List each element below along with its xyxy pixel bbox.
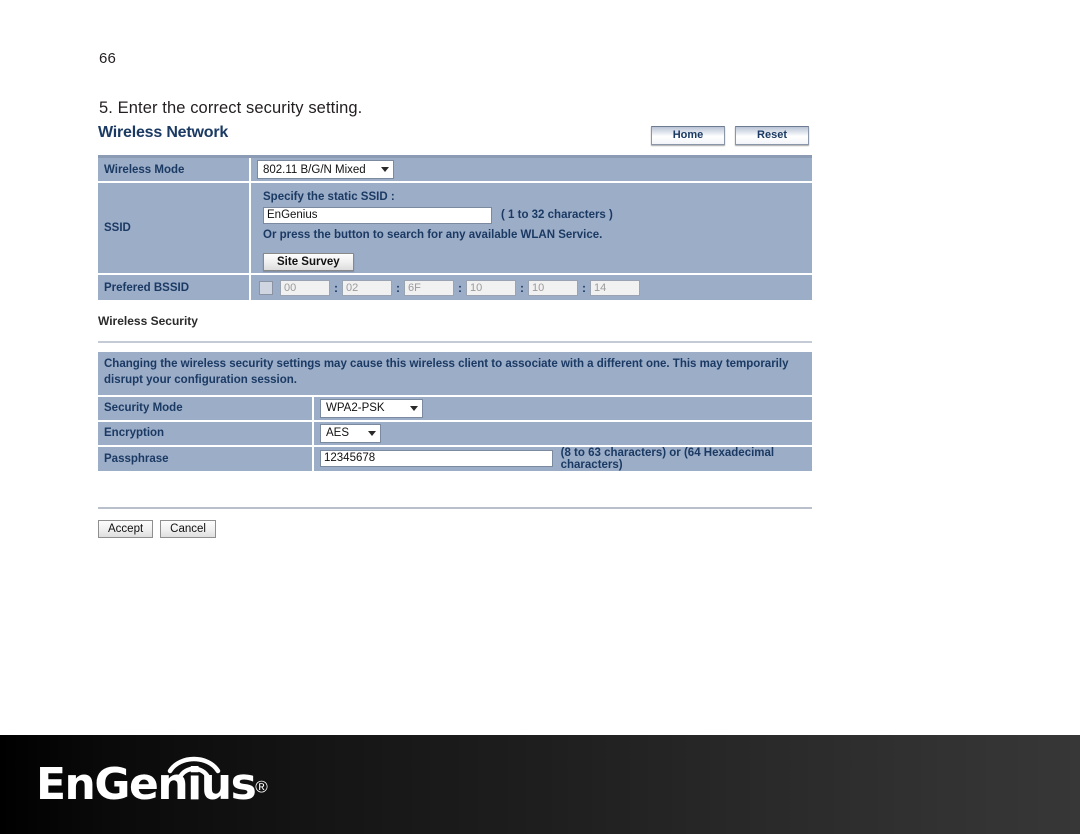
bssid-octet-3[interactable] [404, 279, 454, 296]
ssid-char-hint: ( 1 to 32 characters ) [501, 209, 613, 221]
encryption-select[interactable]: AES [320, 423, 381, 443]
action-button-group: Accept Cancel [98, 519, 812, 538]
mac-separator: : [396, 280, 400, 295]
encryption-value-cell: AES [313, 420, 812, 447]
ssid-input[interactable] [263, 206, 492, 224]
ssid-label: SSID [98, 182, 251, 275]
page-number: 66 [99, 50, 117, 67]
security-warning-text: Changing the wireless security settings … [98, 352, 812, 397]
brand-wordmark: EnGenius [36, 759, 257, 810]
table-row-encryption: Encryption AES [98, 420, 812, 447]
bssid-octet-5[interactable] [528, 279, 578, 296]
bssid-octet-4[interactable] [466, 279, 516, 296]
passphrase-hint: (8 to 63 characters) or (64 Hexadecimal … [560, 446, 775, 471]
wireless-security-table: Security Mode WPA2-PSK Encryption AES Pa… [98, 396, 812, 471]
footer-band: EnGenius® [0, 735, 1080, 834]
wireless-mode-label: Wireless Mode [98, 158, 251, 183]
passphrase-label: Passphrase [98, 445, 314, 471]
passphrase-input[interactable] [320, 450, 553, 468]
security-mode-select[interactable]: WPA2-PSK [320, 398, 423, 418]
page-title: Wireless Network [98, 124, 229, 141]
table-row-security-mode: Security Mode WPA2-PSK [98, 396, 812, 422]
table-row-prefered-bssid: Prefered BSSID : : : : : [98, 274, 812, 300]
step-instruction: 5. Enter the correct security setting. [99, 99, 363, 117]
mac-separator: : [520, 280, 524, 295]
encryption-label: Encryption [98, 420, 314, 447]
wifi-signal-icon [167, 756, 221, 780]
mac-separator: : [458, 280, 462, 295]
bssid-octet-6[interactable] [590, 279, 640, 296]
table-row-passphrase: Passphrase (8 to 63 characters) or (64 H… [98, 445, 812, 471]
ssid-press-button-text: Or press the button to search for any av… [263, 228, 603, 241]
mac-address-group: : : : : : [257, 279, 812, 296]
header-button-group: Home Reset [651, 126, 809, 145]
chevron-down-icon [368, 430, 376, 436]
wireless-security-section-title: Wireless Security [98, 314, 198, 328]
ssid-specify-label: Specify the static SSID : [263, 190, 395, 203]
router-web-ui: Wireless Network Home Reset Wireless Mod… [98, 124, 812, 538]
wireless-network-table: Wireless Mode 802.11 B/G/N Mixed SSID Sp… [98, 158, 812, 300]
mac-separator: : [582, 280, 586, 295]
cancel-button[interactable]: Cancel [160, 519, 216, 538]
bssid-octet-1[interactable] [280, 279, 330, 296]
mac-separator: : [334, 280, 338, 295]
home-button[interactable]: Home [651, 126, 725, 145]
table-row-wireless-mode: Wireless Mode 802.11 B/G/N Mixed [98, 158, 812, 183]
encryption-selected-value: AES [326, 427, 350, 440]
chevron-down-icon [410, 405, 418, 411]
chevron-down-icon [381, 167, 389, 172]
passphrase-value-cell: (8 to 63 characters) or (64 Hexadecimal … [313, 445, 812, 471]
wireless-mode-select[interactable]: 802.11 B/G/N Mixed [257, 160, 394, 179]
table-row-ssid: SSID Specify the static SSID : ( 1 to 32… [98, 182, 812, 275]
security-mode-value-cell: WPA2-PSK [313, 396, 812, 422]
prefered-bssid-checkbox[interactable] [259, 280, 273, 295]
reset-button[interactable]: Reset [735, 126, 809, 145]
prefered-bssid-value-cell: : : : : : [250, 274, 812, 300]
prefered-bssid-label: Prefered BSSID [98, 274, 251, 300]
engenius-logo: EnGenius® [36, 756, 268, 807]
wireless-security-divider [98, 341, 812, 343]
wireless-mode-value-cell: 802.11 B/G/N Mixed [250, 158, 812, 183]
site-survey-button[interactable]: Site Survey [263, 252, 354, 271]
accept-button[interactable]: Accept [98, 519, 154, 538]
security-mode-label: Security Mode [98, 396, 314, 422]
ui-header: Wireless Network Home Reset [98, 124, 812, 150]
ssid-value-cell: Specify the static SSID : ( 1 to 32 char… [250, 182, 812, 275]
registered-trademark-icon: ® [255, 777, 268, 797]
bssid-octet-2[interactable] [342, 279, 392, 296]
security-mode-selected-value: WPA2-PSK [326, 402, 385, 415]
actions-divider [98, 506, 812, 509]
wireless-mode-selected-value: 802.11 B/G/N Mixed [263, 163, 366, 176]
